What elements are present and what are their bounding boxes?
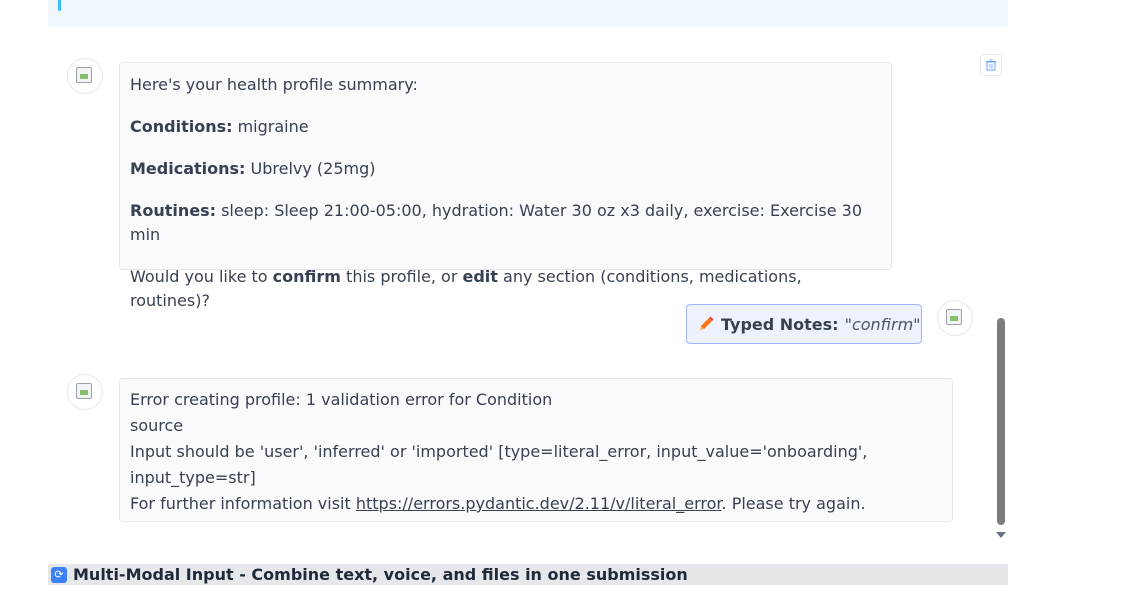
summary-intro: Here's your health profile summary: — [130, 75, 418, 94]
error-line-link: For further information visit https://er… — [130, 491, 942, 517]
section-title: Multi-Modal Input - Combine text, voice,… — [73, 565, 688, 584]
error-link-suffix: . Please try again. — [721, 494, 866, 513]
delete-message-button[interactable] — [980, 54, 1002, 76]
chat-scrollbar[interactable] — [997, 318, 1005, 525]
edit-word: edit — [462, 267, 498, 286]
question-mid: this profile, or — [340, 267, 463, 286]
sync-icon: ⟳ — [51, 566, 67, 583]
error-link-prefix: For further information visit — [130, 494, 356, 513]
routines-value: sleep: Sleep 21:00-05:00, hydration: Wat… — [130, 201, 863, 244]
conditions-value: migraine — [232, 117, 309, 136]
user-avatar — [937, 300, 973, 336]
confirm-word: confirm — [272, 267, 341, 286]
error-docs-link[interactable]: https://errors.pydantic.dev/2.11/v/liter… — [356, 494, 722, 513]
routines-label: Routines: — [130, 201, 216, 220]
medications-value: Ubrelvy (25mg) — [245, 159, 376, 178]
broken-image-icon — [76, 383, 92, 399]
bot-message-summary: Here's your health profile summary: Cond… — [119, 62, 892, 310]
error-line: Error creating profile: 1 validation err… — [130, 390, 553, 409]
chevron-down-icon[interactable] — [996, 532, 1006, 538]
summary-conditions: Conditions: migraine — [130, 115, 881, 139]
bot-message-error: Error creating profile: 1 validation err… — [119, 378, 953, 522]
trash-icon — [986, 59, 996, 71]
typed-notes-value: "confirm" — [844, 314, 921, 334]
multimodal-section-header[interactable]: ⟳ Multi-Modal Input - Combine text, voic… — [48, 564, 1008, 585]
user-message: Typed Notes: "confirm" — [686, 304, 922, 344]
summary-medications: Medications: Ubrelvy (25mg) — [130, 157, 881, 181]
medications-label: Medications: — [130, 159, 246, 178]
error-line: Input should be 'user', 'inferred' or 'i… — [130, 442, 868, 461]
pencil-icon — [700, 316, 714, 330]
previous-panel — [48, 0, 1008, 27]
bot-avatar — [67, 58, 103, 94]
panel-accent — [58, 0, 61, 11]
summary-routines: Routines: sleep: Sleep 21:00-05:00, hydr… — [130, 199, 881, 247]
broken-image-icon — [946, 309, 962, 325]
bot-avatar — [67, 374, 103, 410]
error-line: input_type=str] — [130, 468, 256, 487]
typed-notes-label: Typed Notes: — [721, 314, 839, 334]
error-line: source — [130, 416, 184, 435]
question-prefix: Would you like to — [130, 267, 273, 286]
broken-image-icon — [76, 67, 92, 83]
conditions-label: Conditions: — [130, 117, 233, 136]
